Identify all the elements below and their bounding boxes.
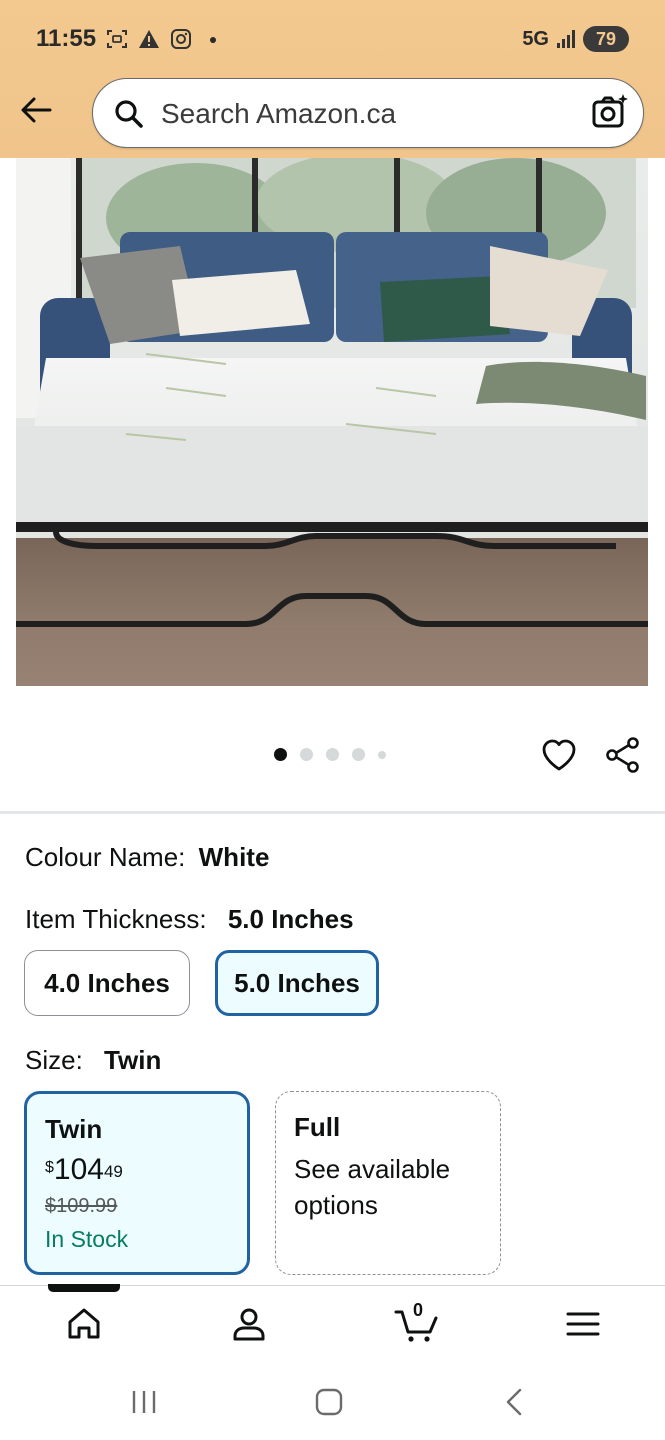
instagram-icon [170,28,192,50]
top-header-band: 11:55 ● 5G 79 Search Amazon.ca [0,0,665,158]
heart-icon[interactable] [540,736,578,774]
size-option-title: Full [294,1112,341,1142]
network-type: 5G [522,27,549,50]
recent-apps-icon[interactable] [129,1387,159,1417]
menu-icon[interactable] [563,1304,603,1344]
home-button-icon[interactable] [314,1387,344,1417]
list-price: $109.99 [45,1195,118,1217]
home-icon[interactable] [64,1304,104,1344]
battery-level: 79 [595,28,617,49]
notification-dot-icon: ● [208,31,218,47]
share-icon[interactable] [604,736,642,774]
pager-dot[interactable] [378,750,386,759]
search-icon[interactable] [113,98,145,130]
pager-dot[interactable] [326,748,339,761]
battery-indicator: 79 [583,26,629,52]
system-nav-bar [0,1365,665,1440]
thickness-row: Item Thickness: 5.0 Inches [25,904,354,935]
account-icon[interactable] [229,1304,269,1344]
bottom-nav: 0 [0,1284,665,1365]
size-row: Size: Twin [25,1045,161,1076]
size-option-title: Twin [45,1114,103,1144]
colour-label: Colour Name: [25,842,186,872]
size-label: Size: [25,1045,83,1075]
see-available-options: See available options [294,1154,451,1220]
thickness-option-4in[interactable]: 4.0 Inches [24,950,190,1016]
size-option-full[interactable]: Full See available options [275,1091,501,1275]
back-button-icon[interactable] [500,1387,530,1417]
colour-value: White [198,842,270,872]
status-bar: 11:55 ● 5G 79 [36,24,629,54]
thickness-label: Item Thickness: [25,904,207,934]
product-image[interactable] [16,158,648,686]
pager-dot[interactable] [352,748,365,761]
thickness-value: 5.0 Inches [227,904,354,934]
status-time: 11:55 [36,25,97,52]
back-arrow-icon[interactable] [18,92,54,128]
camera-search-icon[interactable] [591,93,629,131]
signal-icon [557,30,575,48]
search-input[interactable]: Search Amazon.ca [161,98,396,130]
colour-name-row: Colour Name: White [25,842,269,873]
search-bar[interactable]: Search Amazon.ca [92,78,644,148]
stock-status: In Stock [45,1226,129,1252]
price: $10449 [45,1153,123,1186]
app-header: Search Amazon.ca [0,78,665,148]
pager-dot[interactable] [300,748,313,761]
cart-count: 0 [413,1300,424,1320]
image-pager[interactable] [274,748,386,761]
warning-icon [138,28,160,50]
thickness-option-5in[interactable]: 5.0 Inches [215,950,379,1016]
section-divider [0,811,665,814]
pager-dot[interactable] [274,748,287,761]
size-value: Twin [104,1045,162,1075]
active-tab-indicator [48,1284,120,1292]
size-option-twin[interactable]: Twin $10449 $109.99 In Stock [24,1091,250,1275]
screenshot-icon [106,28,128,50]
